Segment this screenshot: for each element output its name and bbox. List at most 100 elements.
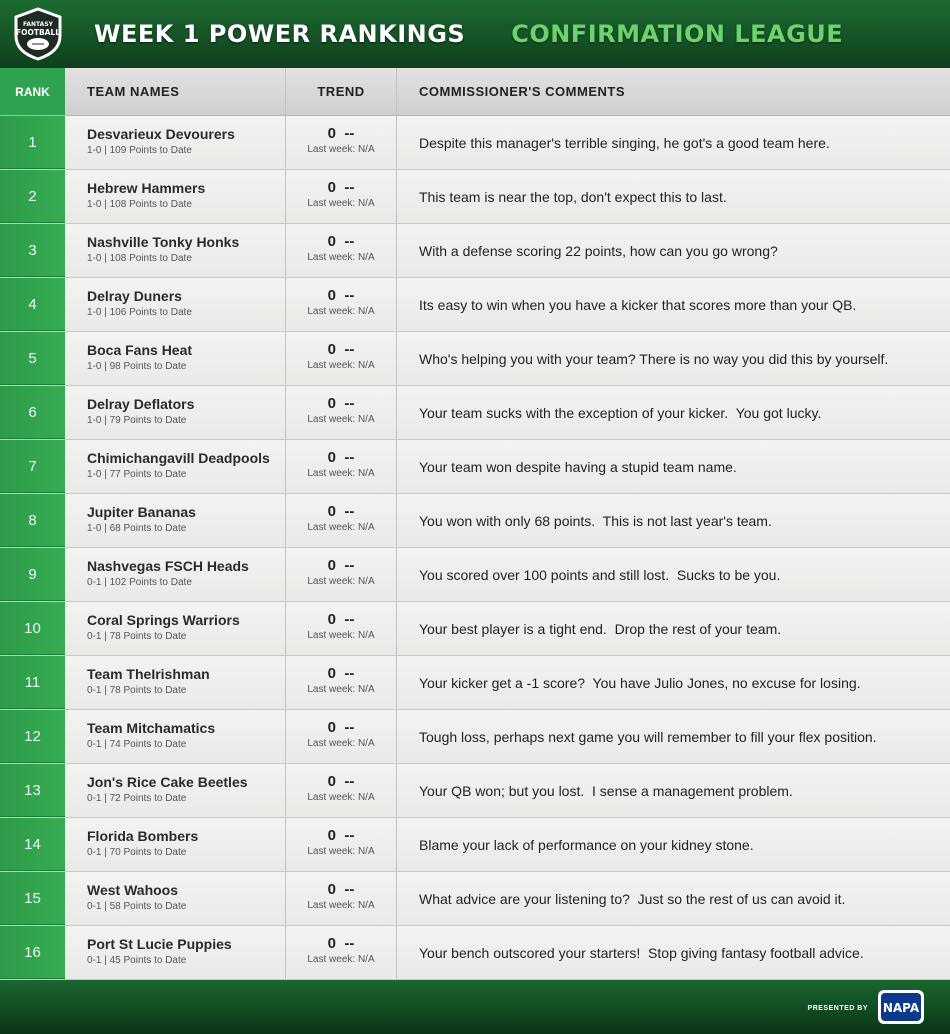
team-record: 0-1 | 72 Points to Date xyxy=(87,793,187,804)
column-header-rank: RANK xyxy=(0,68,65,115)
trend-last-week: Last week: N/A xyxy=(307,360,375,371)
team-cell: Team Mitchamatics 0-1 | 74 Points to Date xyxy=(65,710,286,763)
rank-cell: 15 xyxy=(0,872,65,925)
logo-text-top: FANTASY xyxy=(23,21,54,28)
team-cell: West Wahoos 0-1 | 58 Points to Date xyxy=(65,872,286,925)
table-row: 9 Nashvegas FSCH Heads 0-1 | 102 Points to… xyxy=(0,548,950,602)
table-body: 1 Desvarieux Devourers 1-0 | 109 Points to… xyxy=(0,116,950,980)
trend-value: 0 -- xyxy=(327,773,355,790)
trend-value: 0 -- xyxy=(327,827,355,844)
trend-last-week: Last week: N/A xyxy=(307,576,375,587)
team-cell: Florida Bombers 0-1 | 70 Points to Date xyxy=(65,818,286,871)
table-row: 3 Nashville Tonky Honks 1-0 | 108 Points t… xyxy=(0,224,950,278)
team-record: 1-0 | 77 Points to Date xyxy=(87,469,187,480)
rank-cell: 5 xyxy=(0,332,65,385)
team-record: 1-0 | 79 Points to Date xyxy=(87,415,187,426)
page-title: WEEK 1 POWER RANKINGS xyxy=(94,20,466,48)
team-name: Delray Deflators xyxy=(87,396,195,412)
rank-cell: 6 xyxy=(0,386,65,439)
team-cell: Jon's Rice Cake Beetles 0-1 | 72 Points t… xyxy=(65,764,286,817)
trend-cell: 0 -- Last week: N/A xyxy=(286,440,397,493)
table-header-row: RANK TEAM NAMES TREND COMMISSIONER'S COM… xyxy=(0,68,950,116)
team-name: Port St Lucie Puppies xyxy=(87,936,232,952)
rank-cell: 7 xyxy=(0,440,65,493)
team-cell: Coral Springs Warriors 0-1 | 78 Points to… xyxy=(65,602,286,655)
trend-value: 0 -- xyxy=(327,719,355,736)
table-row: 11 Team TheIrishman 0-1 | 78 Points to Dat… xyxy=(0,656,950,710)
table-row: 2 Hebrew Hammers 1-0 | 108 Points to Date 0… xyxy=(0,170,950,224)
comment-cell: Your team won despite having a stupid te… xyxy=(397,440,950,493)
team-name: Team TheIrishman xyxy=(87,666,210,682)
trend-cell: 0 -- Last week: N/A xyxy=(286,170,397,223)
trend-cell: 0 -- Last week: N/A xyxy=(286,494,397,547)
comment-cell: Blame your lack of performance on your k… xyxy=(397,818,950,871)
team-name: Nashville Tonky Honks xyxy=(87,234,240,250)
team-name: Chimichangavill Deadpools xyxy=(87,450,270,466)
team-record: 1-0 | 68 Points to Date xyxy=(87,523,187,534)
trend-cell: 0 -- Last week: N/A xyxy=(286,602,397,655)
comment-cell: You scored over 100 points and still los… xyxy=(397,548,950,601)
trend-last-week: Last week: N/A xyxy=(307,414,375,425)
trend-value: 0 -- xyxy=(327,287,355,304)
team-record: 0-1 | 78 Points to Date xyxy=(87,631,187,642)
trend-value: 0 -- xyxy=(327,233,355,250)
team-name: Boca Fans Heat xyxy=(87,342,193,358)
team-record: 0-1 | 102 Points to Date xyxy=(87,577,192,588)
trend-last-week: Last week: N/A xyxy=(307,738,375,749)
trend-value: 0 -- xyxy=(327,611,355,628)
team-name: Delray Duners xyxy=(87,288,182,304)
napa-text: NAPA xyxy=(883,1001,920,1015)
comment-cell: You won with only 68 points. This is not… xyxy=(397,494,950,547)
team-cell: Nashvegas FSCH Heads 0-1 | 102 Points to … xyxy=(65,548,286,601)
table-row: 5 Boca Fans Heat 1-0 | 98 Points to Date 0 … xyxy=(0,332,950,386)
comment-cell: Its easy to win when you have a kicker t… xyxy=(397,278,950,331)
team-record: 0-1 | 78 Points to Date xyxy=(87,685,187,696)
team-name: Desvarieux Devourers xyxy=(87,126,235,142)
trend-cell: 0 -- Last week: N/A xyxy=(286,332,397,385)
trend-value: 0 -- xyxy=(327,503,355,520)
team-cell: Desvarieux Devourers 1-0 | 109 Points to … xyxy=(65,116,286,169)
rank-cell: 10 xyxy=(0,602,65,655)
team-name: Jupiter Bananas xyxy=(87,504,196,520)
team-name: Team Mitchamatics xyxy=(87,720,216,736)
team-name: Coral Springs Warriors xyxy=(87,612,240,628)
team-record: 1-0 | 106 Points to Date xyxy=(87,307,192,318)
comment-cell: Your best player is a tight end. Drop th… xyxy=(397,602,950,655)
rank-cell: 9 xyxy=(0,548,65,601)
rank-cell: 14 xyxy=(0,818,65,871)
trend-cell: 0 -- Last week: N/A xyxy=(286,818,397,871)
team-name: Florida Bombers xyxy=(87,828,199,844)
rank-cell: 4 xyxy=(0,278,65,331)
rank-cell: 11 xyxy=(0,656,65,709)
trend-cell: 0 -- Last week: N/A xyxy=(286,386,397,439)
presented-by-label: PRESENTED BY xyxy=(807,1005,868,1012)
team-cell: Hebrew Hammers 1-0 | 108 Points to Date xyxy=(65,170,286,223)
trend-value: 0 -- xyxy=(327,395,355,412)
trend-cell: 0 -- Last week: N/A xyxy=(286,278,397,331)
comment-cell: Despite this manager's terrible singing,… xyxy=(397,116,950,169)
trend-value: 0 -- xyxy=(327,665,355,682)
rank-cell: 13 xyxy=(0,764,65,817)
team-record: 0-1 | 58 Points to Date xyxy=(87,901,187,912)
rank-cell: 16 xyxy=(0,926,65,979)
comment-cell: With a defense scoring 22 points, how ca… xyxy=(397,224,950,277)
team-cell: Delray Duners 1-0 | 106 Points to Date xyxy=(65,278,286,331)
team-record: 0-1 | 70 Points to Date xyxy=(87,847,187,858)
rank-cell: 2 xyxy=(0,170,65,223)
team-cell: Boca Fans Heat 1-0 | 98 Points to Date xyxy=(65,332,286,385)
team-cell: Team TheIrishman 0-1 | 78 Points to Date xyxy=(65,656,286,709)
column-header-comments: COMMISSIONER'S COMMENTS xyxy=(397,68,950,115)
trend-cell: 0 -- Last week: N/A xyxy=(286,872,397,925)
team-name: West Wahoos xyxy=(87,882,179,898)
comment-cell: What advice are your listening to? Just … xyxy=(397,872,950,925)
comment-cell: Your QB won; but you lost. I sense a man… xyxy=(397,764,950,817)
table-row: 6 Delray Deflators 1-0 | 79 Points to Date… xyxy=(0,386,950,440)
trend-last-week: Last week: N/A xyxy=(307,900,375,911)
team-record: 1-0 | 108 Points to Date xyxy=(87,253,192,264)
trend-cell: 0 -- Last week: N/A xyxy=(286,224,397,277)
table-row: 15 West Wahoos 0-1 | 58 Points to Date 0 --… xyxy=(0,872,950,926)
rank-cell: 12 xyxy=(0,710,65,763)
trend-last-week: Last week: N/A xyxy=(307,252,375,263)
team-record: 1-0 | 108 Points to Date xyxy=(87,199,192,210)
trend-value: 0 -- xyxy=(327,557,355,574)
